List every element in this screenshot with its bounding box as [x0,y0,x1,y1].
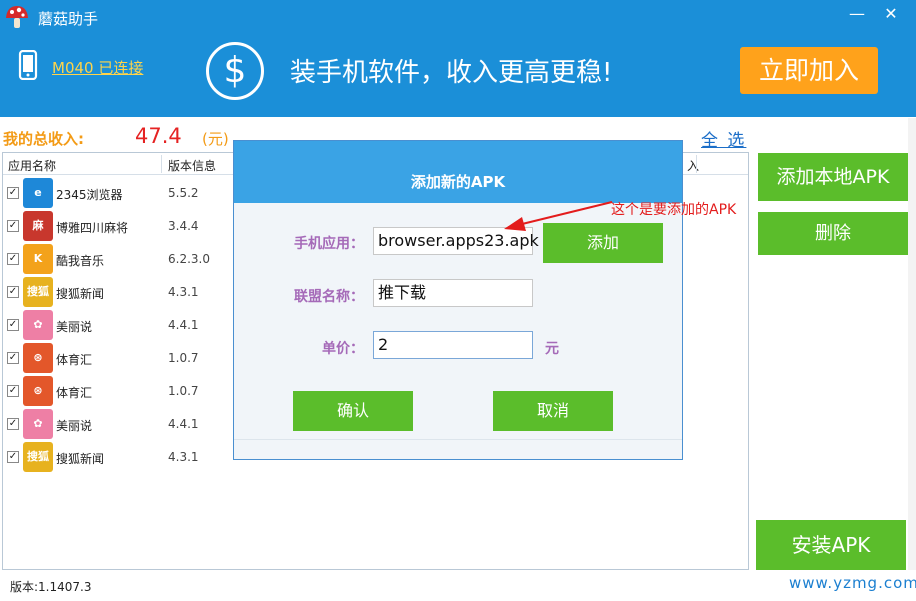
row-checkbox[interactable]: ✓ [7,385,19,397]
dollar-icon: $ [206,42,264,100]
dialog-title: 添加新的APK [234,141,682,203]
join-now-button[interactable]: 立即加入 [740,47,878,94]
app-version: 4.3.1 [168,285,199,299]
app-icon: ✿ [23,409,53,439]
annotation-text: 这个是要添加的APK [611,202,737,218]
row-checkbox[interactable]: ✓ [7,286,19,298]
app-icon: ✿ [23,310,53,340]
app-version: 5.5.2 [168,186,199,200]
row-checkbox[interactable]: ✓ [7,187,19,199]
row-checkbox[interactable]: ✓ [7,451,19,463]
app-icon: ⊛ [23,343,53,373]
total-income-unit: (元) [202,130,229,148]
app-version: 4.4.1 [168,417,199,431]
union-name-field[interactable]: 推下载 [373,279,533,307]
delete-button[interactable]: 删除 [758,212,908,255]
total-income-value: 47.4 [135,124,182,148]
row-checkbox[interactable]: ✓ [7,418,19,430]
app-version: 6.2.3.0 [168,252,210,266]
cancel-button[interactable]: 取消 [493,391,613,431]
column-header-income[interactable]: 入 [687,157,699,174]
annotation-arrow-icon [504,201,613,231]
add-apk-dialog: 添加新的APK 手机应用： browser.apps23.apk 添加 联盟名称… [233,140,683,460]
app-name: 美丽说 [56,419,93,433]
app-name: 2345浏览器 [56,188,123,202]
app-name: 体育汇 [56,353,93,367]
banner-slogan: 装手机软件，收入更高更稳! [290,58,613,88]
app-version: 4.4.1 [168,318,199,332]
app-icon: e [23,178,53,208]
column-header-app-name[interactable]: 应用名称 [8,157,56,174]
app-name: 美丽说 [56,320,93,334]
column-divider [696,155,697,173]
price-unit: 元 [545,341,559,357]
device-connection-link[interactable]: M040 已连接 [52,57,143,78]
select-all-link[interactable]: 全 选 [701,126,746,151]
app-title: 蘑菇助手 [38,10,99,28]
app-version: 1.0.7 [168,384,199,398]
app-icon: ⊛ [23,376,53,406]
app-name: 体育汇 [56,386,93,400]
install-apk-button[interactable]: 安装APK [756,520,906,570]
app-name: 酷我音乐 [56,254,105,268]
mushroom-logo-icon [6,6,28,28]
version-text: 版本:1.1407.3 [10,580,92,594]
app-version: 3.4.4 [168,219,199,233]
phone-icon [18,50,38,80]
app-icon: 搜狐 [23,277,53,307]
app-name: 搜狐新闻 [56,452,105,466]
app-field-label: 手机应用： [294,236,364,252]
app-version: 1.0.7 [168,351,199,365]
app-icon: 搜狐 [23,442,53,472]
close-button[interactable]: ✕ [880,4,902,24]
status-bar: 版本:1.1407.3 www.yzmg.com [0,570,916,601]
app-name: 博雅四川麻将 [56,221,129,235]
row-checkbox[interactable]: ✓ [7,319,19,331]
minimize-button[interactable]: — [846,4,868,24]
column-divider [161,155,162,173]
total-income-label: 我的总收入: [3,130,84,148]
app-name: 搜狐新闻 [56,287,105,301]
row-checkbox[interactable]: ✓ [7,220,19,232]
row-checkbox[interactable]: ✓ [7,253,19,265]
price-field[interactable]: 2 [373,331,533,359]
confirm-button[interactable]: 确认 [293,391,413,431]
site-watermark: www.yzmg.com [789,574,916,592]
price-label: 单价： [322,341,364,357]
dialog-divider [234,439,682,440]
row-checkbox[interactable]: ✓ [7,352,19,364]
title-bar: 蘑菇助手 — ✕ [0,0,916,34]
column-header-version[interactable]: 版本信息 [168,157,216,174]
add-local-apk-button[interactable]: 添加本地APK [758,153,908,201]
promo-banner: M040 已连接 $ 装手机软件，收入更高更稳! 立即加入 [0,34,916,117]
app-icon: K [23,244,53,274]
app-version: 4.3.1 [168,450,199,464]
app-icon: 麻 [23,211,53,241]
union-name-label: 联盟名称： [294,289,364,305]
right-edge-scrollbar[interactable] [908,118,916,570]
